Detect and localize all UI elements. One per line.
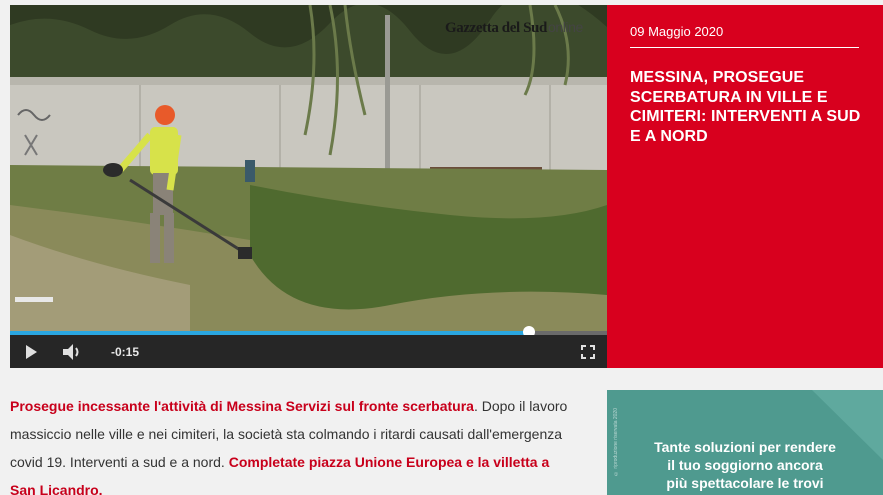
video-frame[interactable] bbox=[10, 5, 607, 335]
article-header: 09 Maggio 2020 MESSINA, PROSEGUE SCERBAT… bbox=[607, 5, 883, 368]
article-date: 09 Maggio 2020 bbox=[630, 24, 724, 39]
fullscreen-icon[interactable] bbox=[581, 345, 595, 359]
volume-icon[interactable] bbox=[62, 343, 82, 361]
ad-text: Tante soluzioni per rendere il tuo soggi… bbox=[607, 438, 883, 492]
ad-line-1: Tante soluzioni per rendere bbox=[654, 439, 836, 455]
header-divider bbox=[630, 47, 859, 48]
article-page: Gazzetta del Sudonline -0:15 09 Maggio 2… bbox=[0, 0, 883, 495]
video-player[interactable]: Gazzetta del Sudonline -0:15 bbox=[10, 5, 607, 368]
brand-name: Gazzetta del Sud bbox=[445, 20, 547, 36]
channel-watermark: Gazzetta del Sudonline bbox=[445, 19, 583, 37]
article-body: Prosegue incessante l'attività di Messin… bbox=[10, 392, 570, 495]
ad-line-3: più spettacolare le trovi bbox=[666, 475, 824, 491]
video-controls: -0:15 bbox=[10, 335, 607, 368]
time-remaining: -0:15 bbox=[111, 345, 140, 359]
article-title: MESSINA, PROSEGUE SCERBATURA IN VILLE E … bbox=[630, 69, 861, 145]
play-icon[interactable] bbox=[24, 344, 38, 360]
body-link-1[interactable]: Prosegue incessante l'attività di Messin… bbox=[10, 398, 474, 414]
advertisement[interactable]: © riproduzione riservata 2020 Tante solu… bbox=[607, 390, 883, 495]
ad-line-2: il tuo soggiorno ancora bbox=[667, 457, 823, 473]
brand-suffix: online bbox=[547, 19, 583, 35]
